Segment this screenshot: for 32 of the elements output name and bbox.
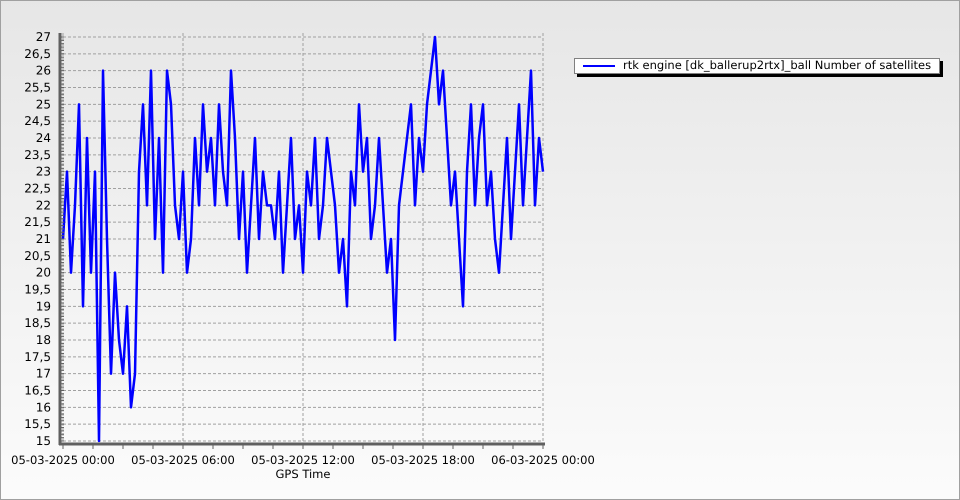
- x-tick-label: 05-03-2025 06:00: [131, 453, 235, 467]
- y-tick-label: 22: [36, 198, 51, 212]
- x-tick-label: 05-03-2025 12:00: [251, 453, 355, 467]
- y-tick-label: 16: [36, 400, 51, 414]
- y-tick-label: 17: [36, 366, 51, 381]
- legend-label: rtk engine [dk_ballerup2rtx]_ball Number of satellites: [623, 60, 932, 72]
- y-tick-label: 15: [36, 434, 51, 448]
- y-tick-label: 16,5: [24, 384, 51, 398]
- y-tick-label: 24,5: [24, 114, 51, 128]
- y-tick-label: 26,5: [24, 46, 51, 61]
- y-tick-label: 21: [36, 232, 51, 246]
- y-tick-label: 24: [36, 131, 51, 145]
- x-tick-label: 06-03-2025 00:00: [491, 453, 595, 467]
- y-tick-label: 23,5: [24, 148, 51, 162]
- y-tick-label: 15,5: [24, 417, 51, 432]
- y-tick-label: 22,5: [24, 182, 51, 196]
- y-tick-label: 19,5: [24, 282, 51, 296]
- x-tick-label: 05-03-2025 00:00: [11, 453, 115, 467]
- y-tick-label: 18: [36, 333, 51, 347]
- y-tick-label: 18,5: [24, 316, 51, 330]
- y-tick-label: 23: [36, 164, 51, 179]
- y-tick-label: 27: [36, 30, 51, 44]
- y-tick-label: 20,5: [24, 248, 51, 263]
- y-tick-label: 17,5: [24, 350, 51, 364]
- y-tick-label: 20: [36, 266, 51, 280]
- y-tick-label: 26: [36, 64, 51, 78]
- x-axis-title: GPS Time: [276, 467, 330, 481]
- y-tick-label: 25: [36, 97, 51, 112]
- y-tick-label: 19: [36, 299, 51, 314]
- y-tick-label: 25,5: [24, 80, 51, 94]
- x-tick-label: 05-03-2025 18:00: [371, 453, 475, 467]
- y-tick-label: 21,5: [24, 215, 51, 230]
